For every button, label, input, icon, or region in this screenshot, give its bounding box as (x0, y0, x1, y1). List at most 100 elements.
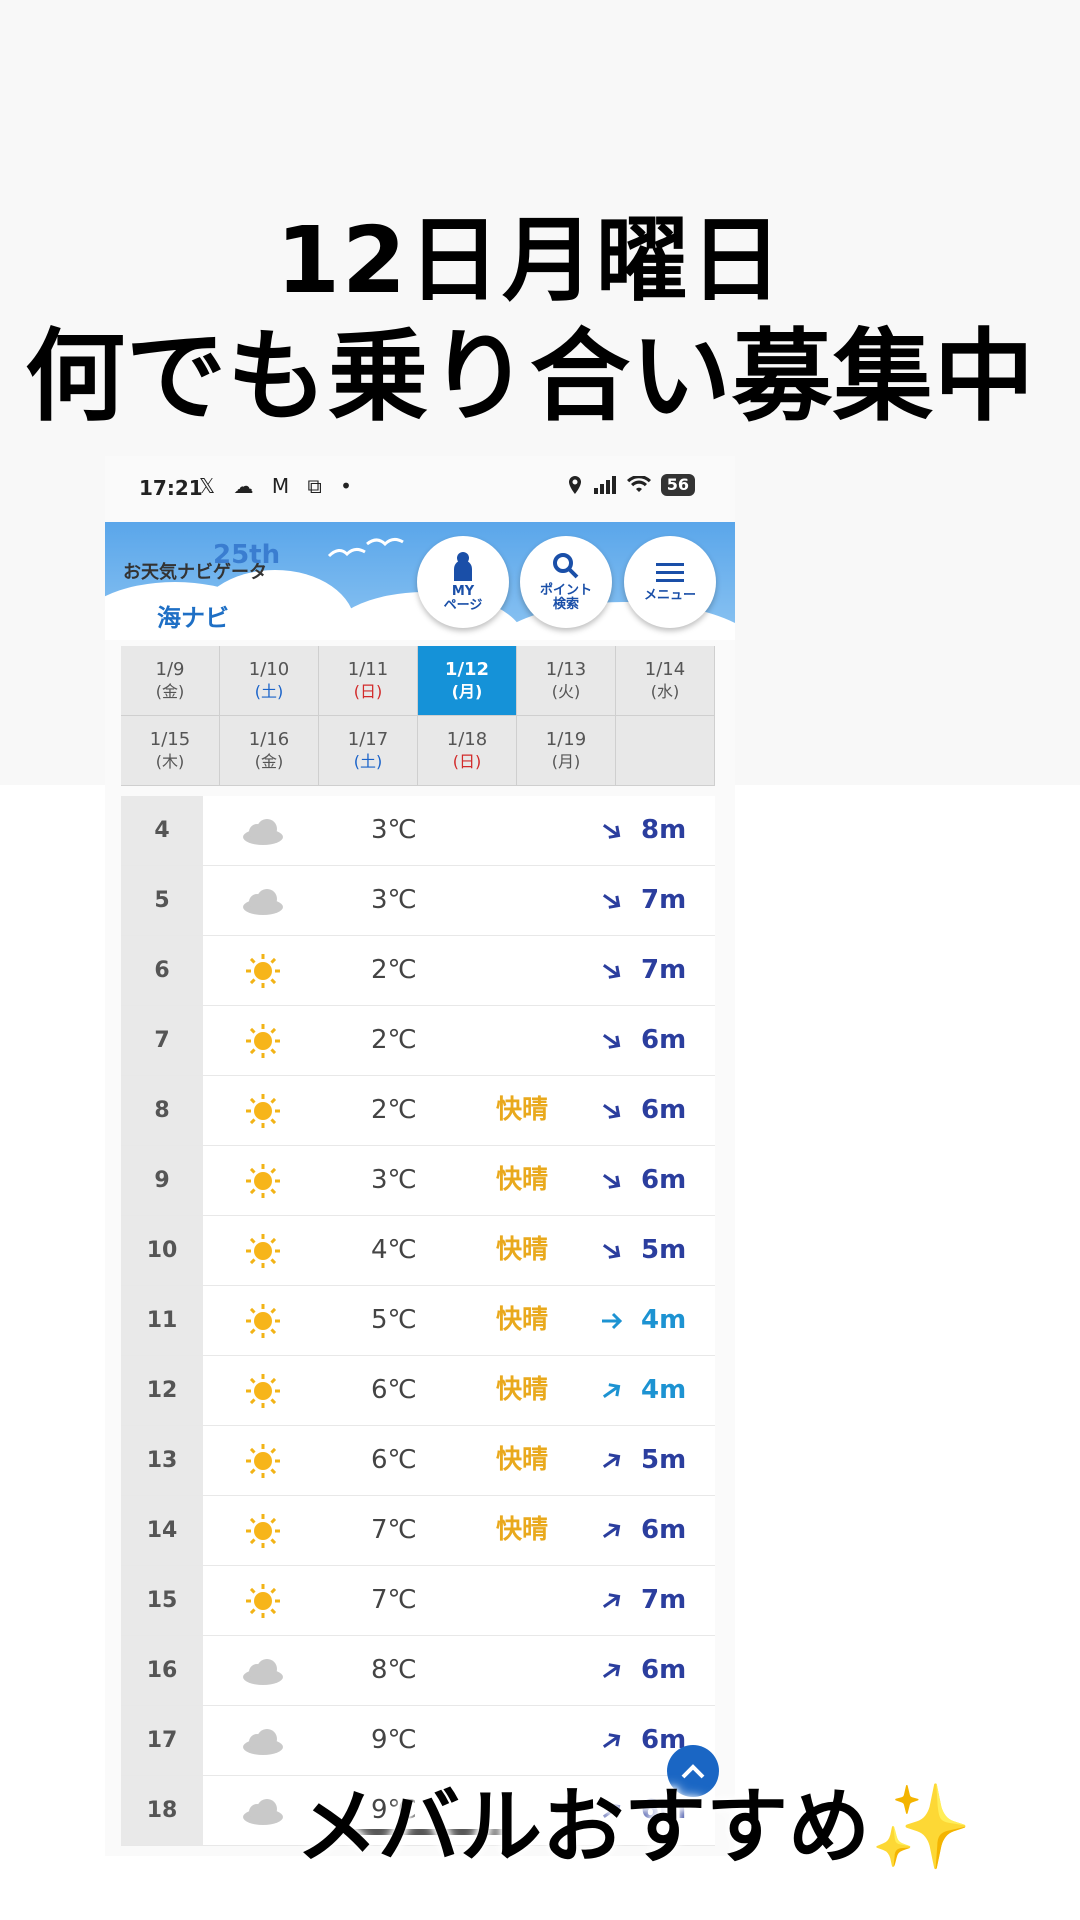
phone-screenshot: 17:21 𝕏 ☁ M ⧉ • 56 お天気ナビゲータ 25th 海ナビ MY … (105, 456, 735, 1856)
wind-direction-arrow-icon (599, 1308, 625, 1334)
forecast-row: 6 2℃ 7m (121, 936, 715, 1006)
hour-label: 6 (121, 936, 203, 1005)
cloudy-icon (241, 882, 285, 920)
wind-direction-arrow-icon (599, 1728, 625, 1754)
forecast-row: 14 7℃ 快晴 6m (121, 1496, 715, 1566)
date-selector: 1/9 (金) 1/10 (土) 1/11 (日) 1/12 (月) 1/13 (火) 1/14 (水… (121, 646, 715, 786)
temperature: 5℃ (371, 1305, 417, 1335)
my-page-button[interactable]: MY ページ (417, 536, 509, 628)
date-tab[interactable]: 1/17 (土) (319, 716, 418, 786)
day-of-week-label: (金) (155, 681, 185, 701)
day-of-week-label: (金) (254, 751, 284, 771)
hour-label: 4 (121, 796, 203, 865)
wind-speed: 6m (641, 1515, 687, 1545)
menu-icon (656, 563, 684, 582)
date-tab[interactable]: 1/10 (土) (220, 646, 319, 716)
weather-note: 快晴 (496, 1305, 549, 1335)
hour-label: 17 (121, 1706, 203, 1775)
day-of-week-label: (木) (155, 751, 185, 771)
date-label: 1/16 (248, 728, 290, 750)
wind-speed: 5m (641, 1445, 687, 1475)
caption-mebaru-recommended: メバルおすすめ✨ (296, 1780, 973, 1875)
sunny-icon (241, 1022, 285, 1060)
wind-direction-arrow-icon (599, 958, 625, 984)
menu-label: メニュー (643, 588, 696, 603)
cloudy-icon (241, 1652, 285, 1690)
wind-direction-arrow-icon (599, 818, 625, 844)
day-of-week-label: (水) (650, 681, 680, 701)
hour-label: 15 (121, 1566, 203, 1635)
day-of-week-label: (月) (551, 751, 581, 771)
day-of-week-label: (土) (353, 751, 383, 771)
date-tab[interactable]: 1/13 (火) (517, 646, 616, 716)
date-tab[interactable]: 1/16 (金) (220, 716, 319, 786)
date-cell-empty (616, 716, 715, 786)
date-label: 1/12 (444, 658, 490, 680)
temperature: 3℃ (371, 1165, 417, 1195)
forecast-row: 13 6℃ 快晴 5m (121, 1426, 715, 1496)
date-label: 1/18 (446, 728, 488, 750)
wind-direction-arrow-icon (599, 888, 625, 914)
temperature: 2℃ (371, 955, 417, 985)
point-search-button[interactable]: ポイント 検索 (520, 536, 612, 628)
wind-direction-arrow-icon (599, 1518, 625, 1544)
hourly-forecast-table: 4 3℃ 8m 5 3℃ 7m 6 2℃ 7m 7 2℃ 6m 8 2℃ 快晴 6m 9 3℃ 快晴 6m 10 4℃ 快晴… (121, 796, 715, 1846)
hour-label: 7 (121, 1006, 203, 1075)
hour-label: 14 (121, 1496, 203, 1565)
weather-note: 快晴 (496, 1235, 549, 1265)
day-of-week-label: (月) (451, 681, 483, 701)
forecast-row: 10 4℃ 快晴 5m (121, 1216, 715, 1286)
wind-direction-arrow-icon (599, 1588, 625, 1614)
weather-note: 快晴 (496, 1445, 549, 1475)
day-of-week-label: (土) (254, 681, 284, 701)
wind-direction-arrow-icon (599, 1028, 625, 1054)
sunny-icon (241, 1372, 285, 1410)
seagull-icon (327, 537, 404, 558)
menu-button[interactable]: メニュー (624, 536, 716, 628)
wind-speed: 4m (641, 1375, 687, 1405)
date-label: 1/11 (347, 658, 389, 680)
date-label: 1/9 (155, 658, 185, 680)
sunny-icon (241, 952, 285, 990)
wind-speed: 6m (641, 1095, 687, 1125)
date-tab[interactable]: 1/11 (日) (319, 646, 418, 716)
wind-speed: 6m (641, 1025, 687, 1055)
date-tab[interactable]: 1/18 (日) (418, 716, 517, 786)
headline-date: 12日月曜日 (275, 207, 785, 314)
forecast-row: 16 8℃ 6m (121, 1636, 715, 1706)
forecast-row: 7 2℃ 6m (121, 1006, 715, 1076)
person-icon (454, 552, 472, 581)
location-icon (568, 476, 581, 494)
point-search-label-2: 検索 (552, 597, 579, 612)
date-tab[interactable]: 1/14 (水) (616, 646, 715, 716)
status-right: 56 (567, 474, 695, 496)
date-label: 1/13 (545, 658, 587, 680)
temperature: 4℃ (371, 1235, 417, 1265)
sunny-icon (241, 1162, 285, 1200)
date-label: 1/15 (149, 728, 191, 750)
hour-label: 12 (121, 1356, 203, 1425)
temperature: 6℃ (371, 1375, 417, 1405)
date-label: 1/17 (347, 728, 389, 750)
date-tab[interactable]: 1/9 (金) (121, 646, 220, 716)
forecast-row: 4 3℃ 8m (121, 796, 715, 866)
sunny-icon (241, 1582, 285, 1620)
hour-label: 10 (121, 1216, 203, 1285)
date-tab[interactable]: 1/12 (月) (418, 646, 517, 716)
wind-direction-arrow-icon (599, 1658, 625, 1684)
wind-direction-arrow-icon (599, 1378, 625, 1404)
my-page-label-2: ページ (443, 598, 483, 613)
signal-icon (593, 476, 616, 494)
date-tab[interactable]: 1/15 (木) (121, 716, 220, 786)
headline-message: 何でも乗り合い募集中 (25, 318, 1035, 435)
date-label: 1/10 (248, 658, 290, 680)
cloudy-icon (241, 1792, 285, 1830)
logo-umi-navi: 海ナビ (157, 604, 229, 632)
cloudy-icon (241, 1722, 285, 1760)
wind-speed: 6m (641, 1655, 687, 1685)
logo-anniversary: 25th (213, 540, 281, 570)
sunny-icon (241, 1512, 285, 1550)
date-tab[interactable]: 1/19 (月) (517, 716, 616, 786)
day-of-week-label: (火) (551, 681, 581, 701)
temperature: 3℃ (371, 885, 417, 915)
